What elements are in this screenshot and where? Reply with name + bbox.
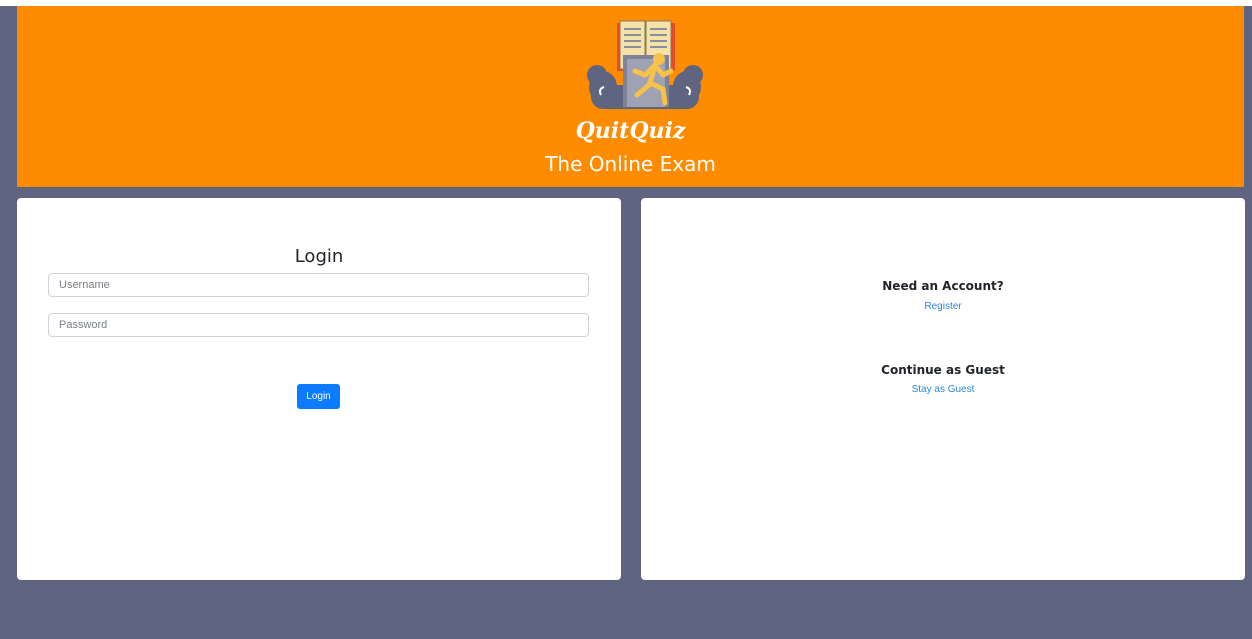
password-input[interactable] bbox=[48, 313, 589, 337]
need-account-heading: Need an Account? bbox=[882, 279, 1004, 293]
continue-guest-heading: Continue as Guest bbox=[881, 363, 1005, 377]
brand-name: QuitQuiz bbox=[575, 118, 686, 144]
stay-as-guest-link[interactable]: Stay as Guest bbox=[641, 384, 1245, 395]
login-card: Login Login bbox=[17, 198, 621, 580]
login-button[interactable]: Login bbox=[297, 384, 340, 409]
register-link[interactable]: Register bbox=[641, 301, 1245, 312]
account-options-card: Need an Account? Register Continue as Gu… bbox=[641, 198, 1245, 580]
username-input[interactable] bbox=[48, 273, 589, 297]
site-header: QuitQuiz The Online Exam bbox=[17, 6, 1244, 187]
login-title: Login bbox=[294, 246, 344, 267]
brand-tagline: The Online Exam bbox=[545, 152, 716, 176]
book-runner-logo-icon bbox=[587, 20, 703, 109]
page: QuitQuiz The Online Exam Login Login Nee… bbox=[0, 0, 1252, 639]
